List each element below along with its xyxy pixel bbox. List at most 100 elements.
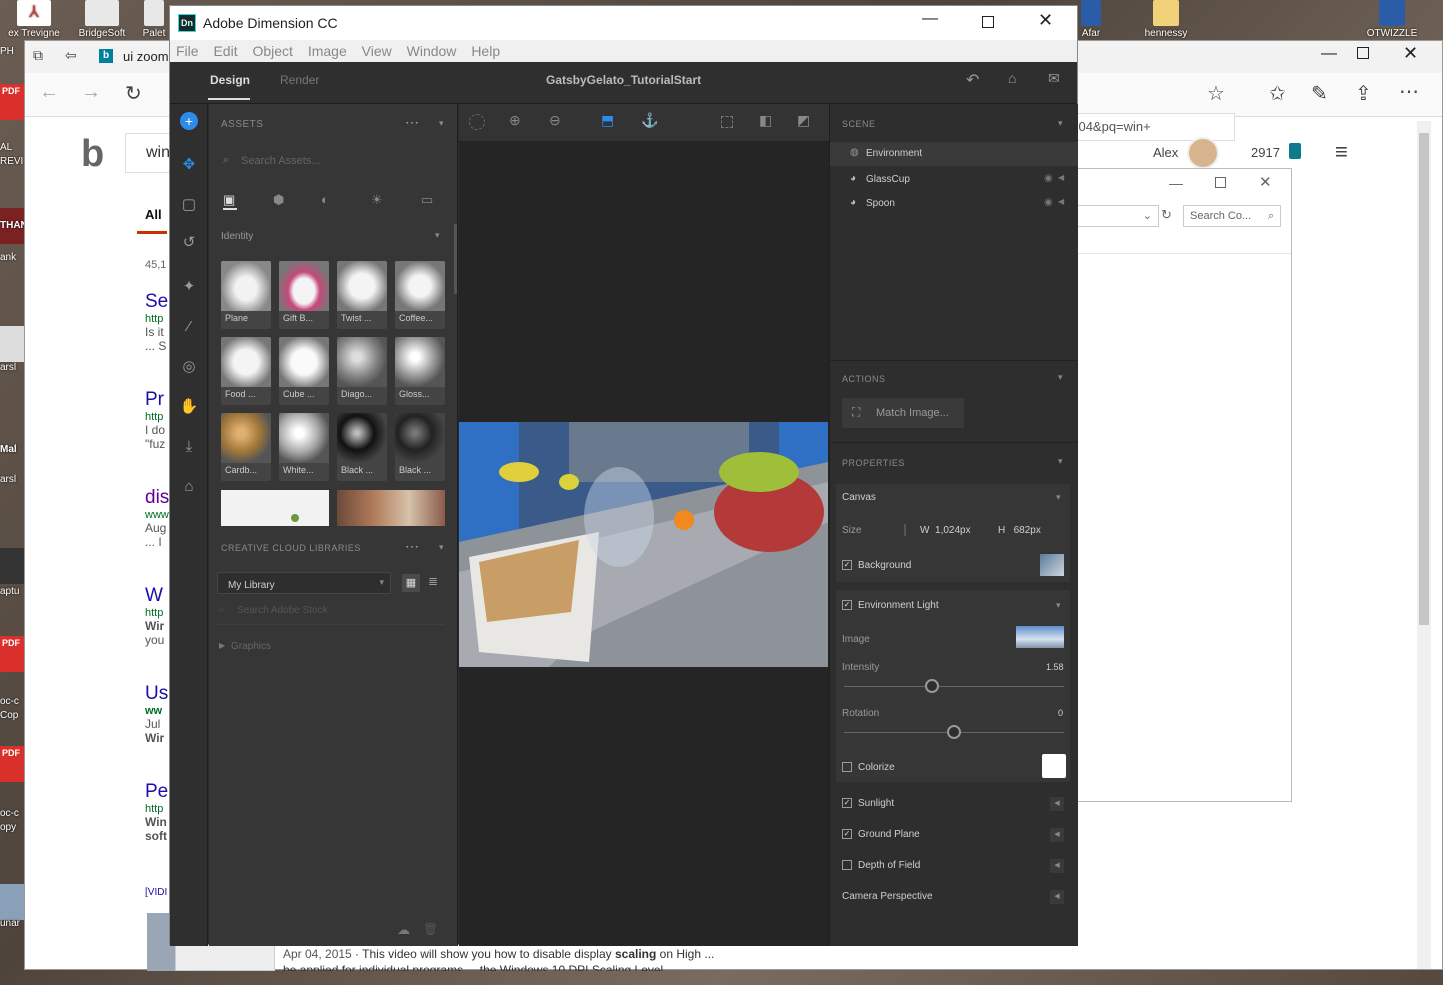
avatar[interactable] xyxy=(1187,137,1219,169)
result-title[interactable]: Pr xyxy=(145,389,171,411)
render-preview-icon[interactable]: ◩ xyxy=(797,112,810,129)
depth-of-field-checkbox[interactable]: Depth of Field xyxy=(842,860,920,871)
search-stock-input[interactable]: Search Adobe Stock xyxy=(237,605,328,616)
favorite-star-icon[interactable]: ☆ xyxy=(1207,81,1225,106)
expand-icon[interactable]: ◀ xyxy=(1050,859,1064,873)
graphics-tab-icon[interactable]: ◐ xyxy=(321,192,329,207)
undo-icon[interactable]: ↶ xyxy=(966,70,979,90)
hamburger-menu-icon[interactable]: ≡ xyxy=(1335,139,1348,165)
orbit-tool-icon[interactable]: ◎ xyxy=(178,356,200,378)
file-icon[interactable] xyxy=(0,548,24,584)
colorize-checkbox[interactable]: Colorize xyxy=(842,762,895,773)
search-assets-input[interactable]: Search Assets... xyxy=(241,155,320,167)
menu-edit[interactable]: Edit xyxy=(213,43,237,59)
expand-icon[interactable]: ◀ xyxy=(1050,797,1064,811)
maximize-icon[interactable] xyxy=(982,16,994,28)
images-tab-icon[interactable]: ▭ xyxy=(421,192,433,208)
scrollbar[interactable] xyxy=(1417,121,1431,969)
image-asset-thumbnail[interactable] xyxy=(221,490,329,526)
pdf-icon[interactable]: PDF xyxy=(0,84,24,120)
result-title[interactable]: Pe xyxy=(145,781,171,803)
sunlight-checkbox[interactable]: ✓ Sunlight xyxy=(842,798,894,809)
reward-points[interactable]: 2917 xyxy=(1251,145,1280,160)
drop-to-ground-icon[interactable]: ⚓ xyxy=(641,112,658,129)
search-result[interactable]: dis www Aug ... I xyxy=(145,487,171,585)
asset-thumbnail[interactable]: Food ... xyxy=(221,337,271,405)
close-icon[interactable]: ✕ xyxy=(1038,10,1053,31)
height-field[interactable]: H 682px xyxy=(998,525,1041,536)
menu-object[interactable]: Object xyxy=(252,43,292,59)
video-tag[interactable]: [VIDI xyxy=(145,887,167,898)
sunlight-row[interactable]: ✓ Sunlight ◀ xyxy=(836,794,1070,816)
result-title[interactable]: Us xyxy=(145,683,171,705)
file-icon[interactable] xyxy=(0,326,24,362)
expand-icon[interactable]: ◀ xyxy=(1058,197,1064,206)
scene-item-glasscup[interactable]: ◕ GlassCup ◉ ◀ xyxy=(830,168,1078,192)
forward-icon[interactable]: → xyxy=(81,81,101,104)
search-field[interactable]: Search Co... ⌕ xyxy=(1183,205,1281,227)
asset-thumbnail[interactable]: White... xyxy=(279,413,329,481)
environment-light-checkbox[interactable]: ✓ Environment Light xyxy=(842,600,939,611)
background-swatch[interactable] xyxy=(1040,554,1064,576)
graphics-folder[interactable]: Graphics xyxy=(231,641,271,652)
more-icon[interactable]: ⋯ xyxy=(405,538,419,555)
asset-thumbnail[interactable]: Twist ... xyxy=(337,261,387,329)
intensity-slider-handle[interactable] xyxy=(925,679,939,693)
desktop-icon[interactable]: BridgeSoft xyxy=(72,0,132,39)
collapse-icon[interactable]: ▾ xyxy=(1056,492,1061,503)
pdf-icon[interactable]: PDF xyxy=(0,636,24,672)
more-icon[interactable]: ⋯ xyxy=(405,114,419,131)
collapse-icon[interactable]: ▾ xyxy=(439,118,444,129)
desktop-icon[interactable]: Palet xyxy=(138,0,170,39)
tab-render[interactable]: Render xyxy=(280,73,319,87)
path-dropdown[interactable]: ⌄ xyxy=(1077,205,1159,227)
expand-icon[interactable]: ◀ xyxy=(1050,890,1064,904)
collapse-icon[interactable]: ▾ xyxy=(435,230,440,241)
cloud-icon[interactable]: ☁ xyxy=(397,922,410,938)
asset-thumbnail[interactable]: Gloss... xyxy=(395,337,445,405)
pen-icon[interactable]: ✎ xyxy=(1311,81,1328,106)
refresh-icon[interactable]: ↻ xyxy=(1161,207,1172,223)
search-result[interactable]: Pr http I do "fuz xyxy=(145,389,171,487)
asset-thumbnail[interactable]: Coffee... xyxy=(395,261,445,329)
library-dropdown[interactable]: My Library ▾ xyxy=(217,572,391,594)
feedback-icon[interactable]: ✉ xyxy=(1048,70,1060,87)
colorize-swatch[interactable] xyxy=(1042,754,1066,778)
more-icon[interactable]: ⋯ xyxy=(1399,79,1419,104)
expand-icon[interactable]: ◀ xyxy=(1058,173,1064,182)
collapse-icon[interactable]: ▾ xyxy=(439,542,444,553)
asset-thumbnail[interactable]: Black ... xyxy=(395,413,445,481)
add-icon[interactable]: + xyxy=(180,112,198,130)
environment-image-swatch[interactable] xyxy=(1016,626,1064,648)
share-icon[interactable]: ⇪ xyxy=(1355,81,1372,106)
favorites-hub-icon[interactable]: ✩ xyxy=(1269,81,1286,106)
search-result[interactable]: Se http Is it ... S xyxy=(145,291,171,389)
ground-plane-row[interactable]: ✓ Ground Plane ◀ xyxy=(836,825,1070,847)
asset-thumbnail[interactable]: Cube ... xyxy=(279,337,329,405)
filter-all-tab[interactable]: All xyxy=(145,207,162,222)
lights-tab-icon[interactable]: ☀ xyxy=(371,192,383,208)
menu-image[interactable]: Image xyxy=(308,43,347,59)
back-icon[interactable]: ← xyxy=(39,81,59,104)
camera-tool-icon[interactable]: ⌂ xyxy=(178,476,200,498)
desktop-icon[interactable]: OTWIZZLE xyxy=(1360,0,1424,39)
file-icon[interactable] xyxy=(0,884,24,920)
depth-of-field-row[interactable]: Depth of Field ◀ xyxy=(836,856,1070,878)
maximize-icon[interactable] xyxy=(1357,47,1369,59)
scene-item-spoon[interactable]: ◕ Spoon ◉ ◀ xyxy=(830,192,1078,216)
asset-thumbnail[interactable]: Cardb... xyxy=(221,413,271,481)
asset-thumbnail[interactable]: Diago... xyxy=(337,337,387,405)
collapse-icon[interactable]: ▾ xyxy=(1056,600,1061,611)
tab-design[interactable]: Design xyxy=(210,73,250,87)
camera-perspective-row[interactable]: Camera Perspective ◀ xyxy=(836,887,1070,909)
dolly-tool-icon[interactable]: ⤓ xyxy=(178,436,200,458)
browser-tab-title[interactable]: ui zoom xyxy=(123,49,169,64)
zoom-in-icon[interactable]: ⊕ xyxy=(509,112,521,129)
user-name[interactable]: Alex xyxy=(1153,145,1178,160)
viewport[interactable] xyxy=(459,142,829,946)
learn-icon[interactable]: ⌂ xyxy=(1008,70,1016,86)
scrollbar-thumb[interactable] xyxy=(1419,133,1429,625)
match-image-button[interactable]: ⛶ Match Image... xyxy=(842,398,964,428)
link-icon[interactable] xyxy=(904,524,906,536)
menu-view[interactable]: View xyxy=(362,43,392,59)
